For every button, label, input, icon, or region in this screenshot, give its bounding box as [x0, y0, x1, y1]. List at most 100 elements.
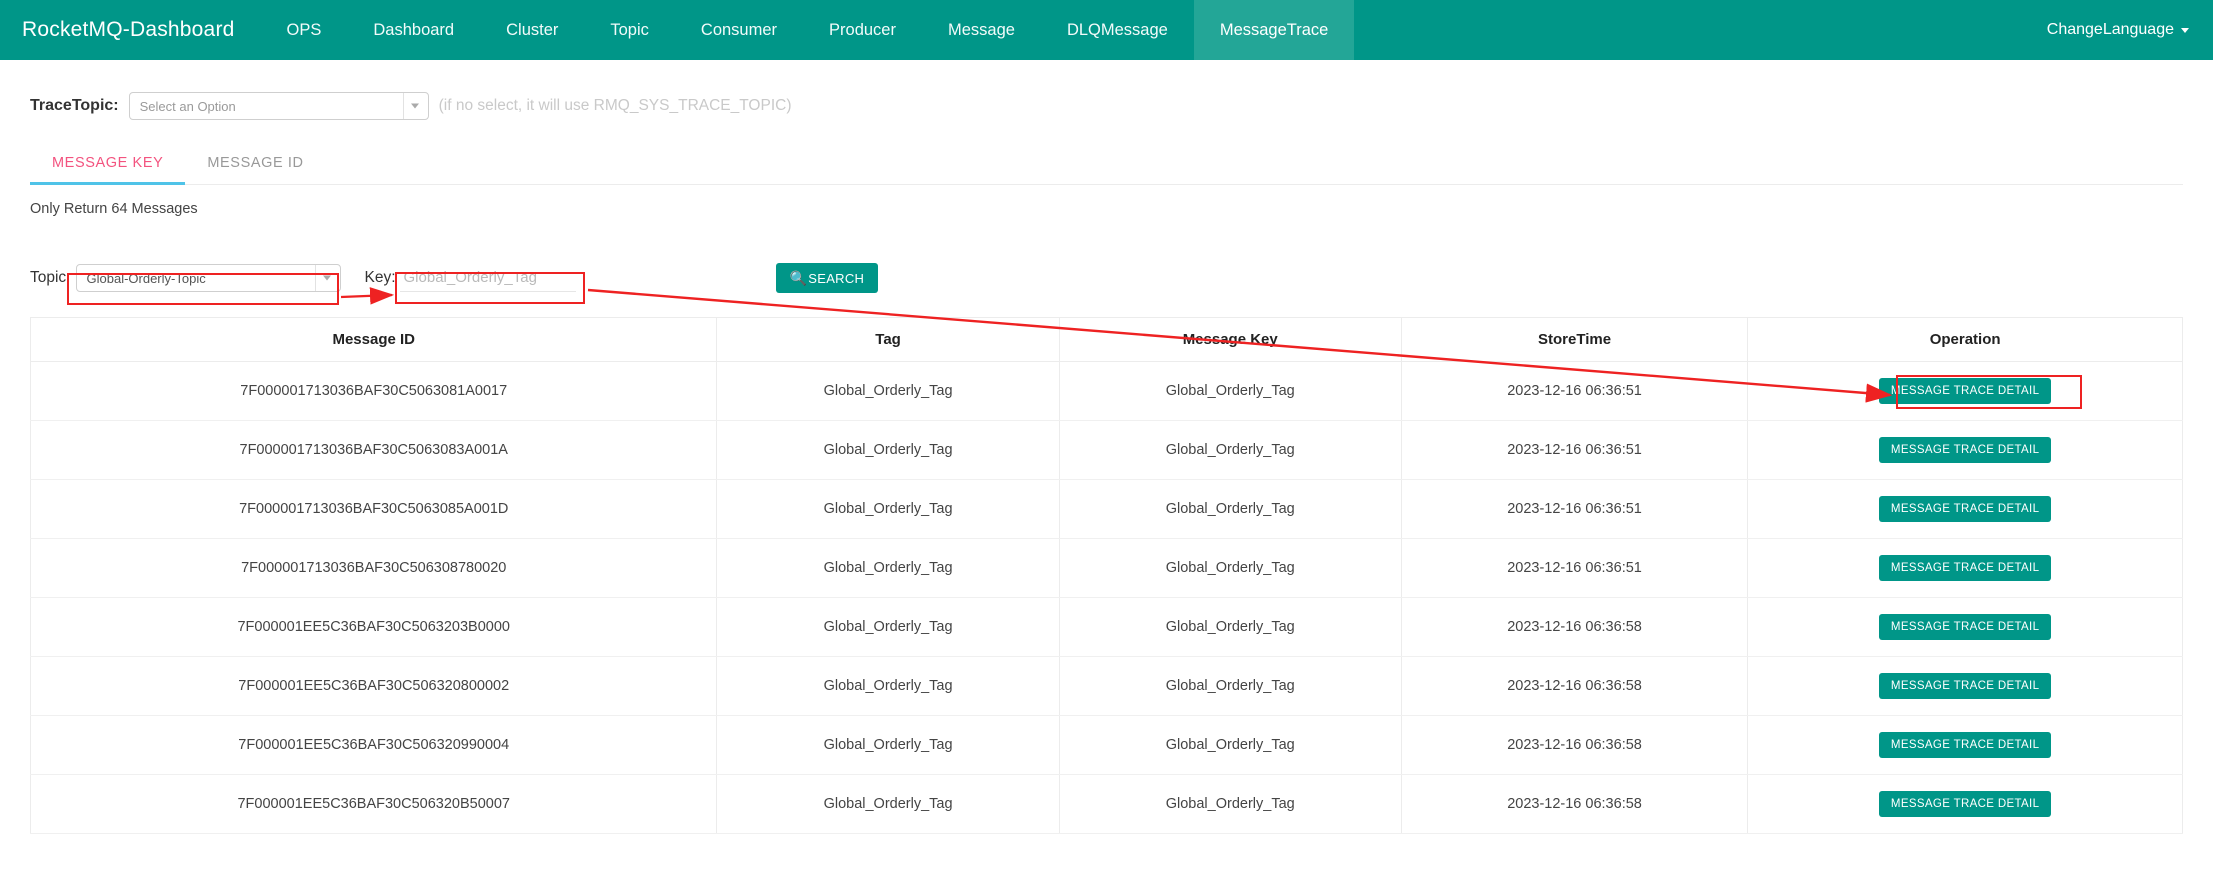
cell-store-time: 2023-12-16 06:36:58 — [1401, 775, 1747, 834]
cell-tag: Global_Orderly_Tag — [717, 539, 1059, 598]
message-trace-detail-button[interactable]: MESSAGE TRACE DETAIL — [1879, 614, 2051, 640]
topic-select[interactable]: Global-Orderly-Topic — [76, 264, 341, 292]
table-row: 7F000001EE5C36BAF30C506320990004Global_O… — [31, 716, 2183, 775]
search-mode-tabs: MESSAGE KEYMESSAGE ID — [30, 145, 2183, 185]
trace-topic-label: TraceTopic: — [30, 97, 119, 115]
cell-message-id: 7F000001EE5C36BAF30C506320B50007 — [31, 775, 717, 834]
cell-message-id: 7F000001EE5C36BAF30C506320800002 — [31, 657, 717, 716]
message-trace-detail-button[interactable]: MESSAGE TRACE DETAIL — [1879, 555, 2051, 581]
trace-topic-row: TraceTopic: Select an Option (if no sele… — [30, 60, 2183, 120]
cell-tag: Global_Orderly_Tag — [717, 657, 1059, 716]
table-head: Message IDTagMessage KeyStoreTimeOperati… — [31, 318, 2183, 362]
nav-item-dlqmessage[interactable]: DLQMessage — [1041, 0, 1194, 60]
message-trace-detail-button[interactable]: MESSAGE TRACE DETAIL — [1879, 496, 2051, 522]
table-row: 7F000001713036BAF30C5063083A001AGlobal_O… — [31, 421, 2183, 480]
topic-select-value: Global-Orderly-Topic — [87, 271, 206, 286]
app-brand[interactable]: RocketMQ-Dashboard — [0, 0, 261, 60]
cell-tag: Global_Orderly_Tag — [717, 480, 1059, 539]
top-navbar: RocketMQ-Dashboard OPSDashboardClusterTo… — [0, 0, 2213, 60]
key-input[interactable] — [400, 265, 576, 292]
select-divider — [403, 93, 404, 119]
column-header-message-key: Message Key — [1059, 318, 1401, 362]
select-divider — [315, 265, 316, 291]
cell-message-key: Global_Orderly_Tag — [1059, 598, 1401, 657]
cell-message-key: Global_Orderly_Tag — [1059, 716, 1401, 775]
nav-item-message[interactable]: Message — [922, 0, 1041, 60]
message-trace-detail-button[interactable]: MESSAGE TRACE DETAIL — [1879, 791, 2051, 817]
table-row: 7F000001EE5C36BAF30C506320800002Global_O… — [31, 657, 2183, 716]
search-button-label: SEARCH — [808, 271, 864, 286]
cell-message-id: 7F000001713036BAF30C5063081A0017 — [31, 362, 717, 421]
cell-operation: MESSAGE TRACE DETAIL — [1748, 362, 2183, 421]
cell-operation: MESSAGE TRACE DETAIL — [1748, 716, 2183, 775]
cell-tag: Global_Orderly_Tag — [717, 716, 1059, 775]
message-trace-detail-button[interactable]: MESSAGE TRACE DETAIL — [1879, 673, 2051, 699]
table-row: 7F000001713036BAF30C5063085A001DGlobal_O… — [31, 480, 2183, 539]
chevron-down-icon — [323, 276, 331, 281]
cell-operation: MESSAGE TRACE DETAIL — [1748, 539, 2183, 598]
cell-message-id: 7F000001EE5C36BAF30C5063203B0000 — [31, 598, 717, 657]
message-trace-detail-button[interactable]: MESSAGE TRACE DETAIL — [1879, 437, 2051, 463]
table-row: 7F000001713036BAF30C506308780020Global_O… — [31, 539, 2183, 598]
cell-store-time: 2023-12-16 06:36:51 — [1401, 421, 1747, 480]
column-header-message-id: Message ID — [31, 318, 717, 362]
cell-message-id: 7F000001713036BAF30C5063083A001A — [31, 421, 717, 480]
message-trace-detail-button[interactable]: MESSAGE TRACE DETAIL — [1879, 732, 2051, 758]
search-form: Topic: Global-Orderly-Topic Key: 🔍 SEARC… — [30, 261, 2183, 295]
table-row: 7F000001713036BAF30C5063081A0017Global_O… — [31, 362, 2183, 421]
chevron-down-icon — [411, 104, 419, 109]
cell-store-time: 2023-12-16 06:36:58 — [1401, 716, 1747, 775]
cell-operation: MESSAGE TRACE DETAIL — [1748, 480, 2183, 539]
cell-store-time: 2023-12-16 06:36:51 — [1401, 362, 1747, 421]
nav-item-messagetrace[interactable]: MessageTrace — [1194, 0, 1355, 60]
cell-message-key: Global_Orderly_Tag — [1059, 539, 1401, 598]
change-language-menu[interactable]: ChangeLanguage — [2047, 21, 2189, 39]
nav-item-consumer[interactable]: Consumer — [675, 0, 803, 60]
cell-message-id: 7F000001713036BAF30C5063085A001D — [31, 480, 717, 539]
nav-item-producer[interactable]: Producer — [803, 0, 922, 60]
cell-message-key: Global_Orderly_Tag — [1059, 480, 1401, 539]
cell-store-time: 2023-12-16 06:36:58 — [1401, 657, 1747, 716]
nav-item-cluster[interactable]: Cluster — [480, 0, 584, 60]
cell-tag: Global_Orderly_Tag — [717, 362, 1059, 421]
cell-message-key: Global_Orderly_Tag — [1059, 657, 1401, 716]
cell-message-id: 7F000001713036BAF30C506308780020 — [31, 539, 717, 598]
cell-operation: MESSAGE TRACE DETAIL — [1748, 775, 2183, 834]
cell-message-key: Global_Orderly_Tag — [1059, 421, 1401, 480]
cell-message-key: Global_Orderly_Tag — [1059, 362, 1401, 421]
table-row: 7F000001EE5C36BAF30C5063203B0000Global_O… — [31, 598, 2183, 657]
nav-item-dashboard[interactable]: Dashboard — [347, 0, 480, 60]
trace-topic-hint: (if no select, it will use RMQ_SYS_TRACE… — [439, 97, 792, 115]
column-header-tag: Tag — [717, 318, 1059, 362]
page-content: TraceTopic: Select an Option (if no sele… — [0, 60, 2213, 834]
cell-tag: Global_Orderly_Tag — [717, 421, 1059, 480]
cell-operation: MESSAGE TRACE DETAIL — [1748, 657, 2183, 716]
cell-store-time: 2023-12-16 06:36:58 — [1401, 598, 1747, 657]
cell-tag: Global_Orderly_Tag — [717, 598, 1059, 657]
trace-topic-select[interactable]: Select an Option — [129, 92, 429, 120]
cell-tag: Global_Orderly_Tag — [717, 775, 1059, 834]
nav-item-ops[interactable]: OPS — [261, 0, 348, 60]
search-icon: 🔍 — [790, 270, 808, 287]
navbar-right: ChangeLanguage — [2047, 0, 2213, 60]
change-language-label: ChangeLanguage — [2047, 21, 2174, 39]
nav-items: OPSDashboardClusterTopicConsumerProducer… — [261, 0, 1355, 60]
tab-message-id[interactable]: MESSAGE ID — [185, 145, 325, 184]
nav-item-topic[interactable]: Topic — [584, 0, 675, 60]
column-header-operation: Operation — [1748, 318, 2183, 362]
cell-message-id: 7F000001EE5C36BAF30C506320990004 — [31, 716, 717, 775]
result-limit-notice: Only Return 64 Messages — [30, 201, 2183, 217]
cell-store-time: 2023-12-16 06:36:51 — [1401, 480, 1747, 539]
table-header-row: Message IDTagMessage KeyStoreTimeOperati… — [31, 318, 2183, 362]
cell-message-key: Global_Orderly_Tag — [1059, 775, 1401, 834]
cell-store-time: 2023-12-16 06:36:51 — [1401, 539, 1747, 598]
topic-label: Topic: — [30, 269, 71, 287]
cell-operation: MESSAGE TRACE DETAIL — [1748, 421, 2183, 480]
message-trace-table: Message IDTagMessage KeyStoreTimeOperati… — [30, 317, 2183, 834]
cell-operation: MESSAGE TRACE DETAIL — [1748, 598, 2183, 657]
search-button[interactable]: 🔍 SEARCH — [776, 263, 879, 293]
chevron-down-icon — [2181, 28, 2189, 33]
key-label: Key: — [365, 269, 396, 287]
tab-message-key[interactable]: MESSAGE KEY — [30, 145, 185, 184]
message-trace-detail-button[interactable]: MESSAGE TRACE DETAIL — [1879, 378, 2051, 404]
